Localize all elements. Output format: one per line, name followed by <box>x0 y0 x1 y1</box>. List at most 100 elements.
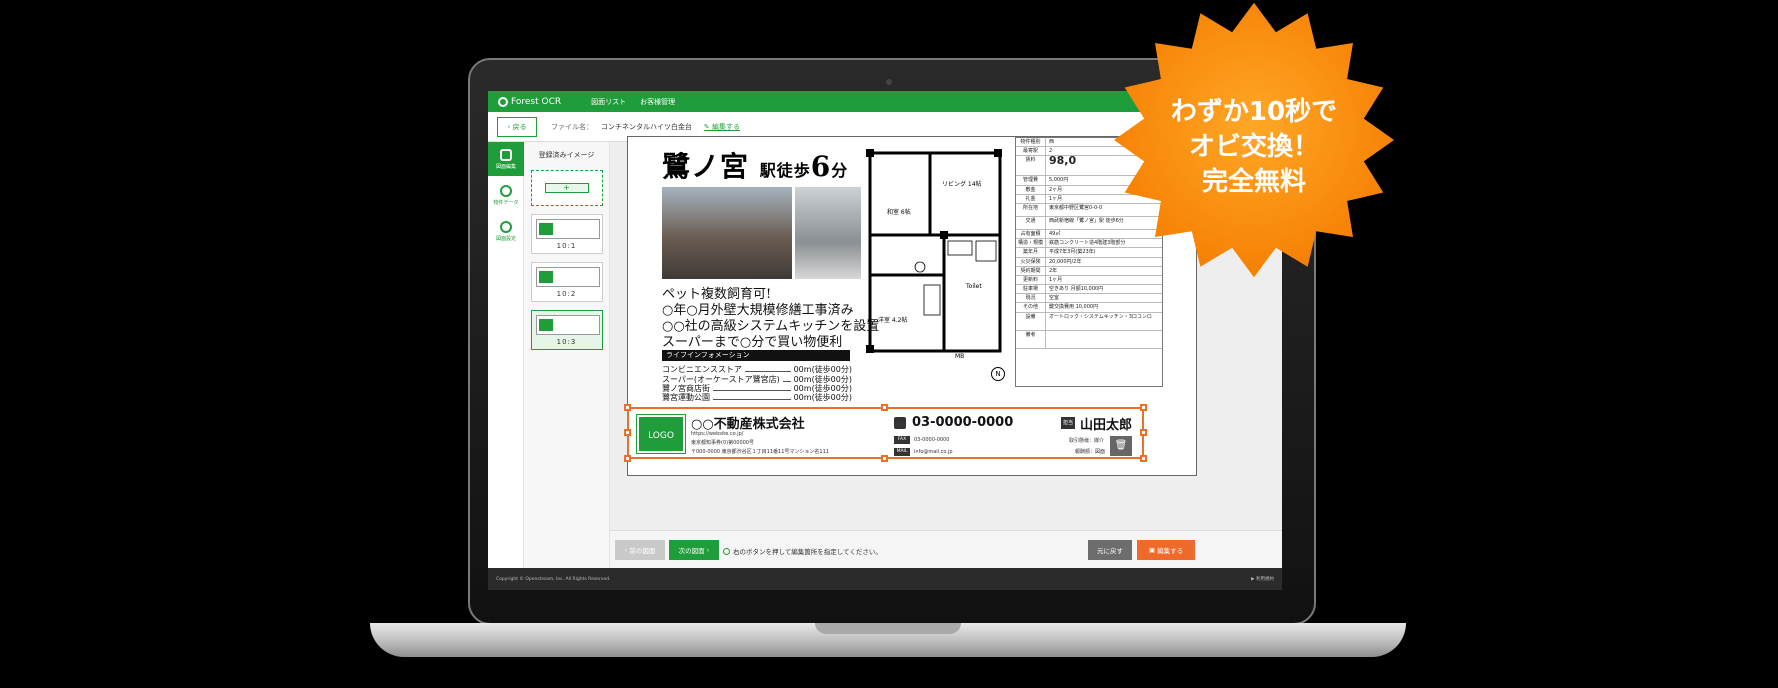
company-mail: info@mail.co.jp <box>914 449 953 455</box>
thumbnail-label: 10:3 <box>556 338 577 346</box>
nav-customer-management[interactable]: お客様管理 <box>640 97 675 107</box>
brand-logo[interactable]: Forest OCR <box>498 96 562 107</box>
spec-row: その他 鍵交換費用 10,000円 <box>1016 303 1162 313</box>
forest-logo-icon <box>498 96 508 107</box>
rail-item-drawing-edit[interactable]: 図面編集 <box>488 142 524 176</box>
thumbnail-label: 10:1 <box>556 242 577 250</box>
spec-row: 現況 空室 <box>1016 294 1162 304</box>
resize-handle[interactable] <box>1140 455 1147 462</box>
walk-minutes: 6 <box>810 150 832 183</box>
building-photo <box>662 187 792 279</box>
action-bar: ‹ 前の図面 次の図面 › 右のボタンを押して編集箇所を指定してください。 元に… <box>610 530 1282 568</box>
lifeline-title: ライフインフォメーション <box>662 350 850 361</box>
spec-key: 現況 <box>1016 294 1046 303</box>
spec-key: 敷金 <box>1016 185 1046 194</box>
brand-name: Forest OCR <box>511 96 562 107</box>
thumbnail-panel-title: 登録済みイメージ <box>538 151 595 159</box>
resize-handle[interactable] <box>624 404 631 411</box>
terms-label: 利用規約 <box>1256 577 1274 582</box>
company-license: 東京都知事券(0)第00000号 <box>691 440 754 446</box>
fax-tag: FAX <box>894 436 910 444</box>
station-name: 鷺ノ宮 <box>662 150 750 183</box>
spec-value: 平成7年3月(築23年) <box>1049 249 1096 256</box>
room-youshitsu: 洋室 4.2帖 <box>878 317 908 324</box>
pencil-icon: ✎ <box>703 122 712 131</box>
phone-icon <box>894 417 906 429</box>
info-icon <box>723 548 730 555</box>
spec-value: 1ヶ月 <box>1049 195 1063 202</box>
thumbnail-image <box>535 315 600 335</box>
edit-button[interactable]: ▣ 編集する <box>1137 540 1195 560</box>
spec-key: 駐車場 <box>1016 285 1046 294</box>
thumbnail-item[interactable]: 10:2 <box>530 262 603 302</box>
spec-key: 礼金 <box>1016 194 1046 203</box>
spec-key: 物件種別 <box>1016 138 1046 147</box>
spec-value: 東京都中野区鷺宮0-0-0 <box>1049 204 1103 211</box>
undo-button[interactable]: 元に戻す <box>1088 540 1132 560</box>
resize-handle[interactable] <box>1140 429 1147 436</box>
spec-value: 鍵交換費用 10,000円 <box>1049 304 1099 311</box>
room-washitsu: 和室 6帖 <box>887 209 911 216</box>
hint-text: 右のボタンを押して編集箇所を指定してください。 <box>733 548 882 556</box>
spec-value: 2ヶ月 <box>1049 186 1063 193</box>
flyer-headline: 鷺ノ宮 駅徒歩6分 <box>662 145 848 185</box>
spec-value: 空室 <box>1049 295 1060 302</box>
agent-fee-value: 図面 <box>1095 449 1106 455</box>
thumbnail-panel: 登録済みイメージ + 10:1 10:2 10:3 <box>524 142 610 568</box>
walk-label: 駅徒歩 <box>759 161 811 180</box>
company-band-selected[interactable]: LOGO ○○不動産株式会社 https://website.co.jp/ 東京… <box>624 404 1147 462</box>
entrance-photo <box>795 187 861 279</box>
rail-item-property-data[interactable]: 物件データ <box>488 178 524 212</box>
delete-selection-button[interactable]: 🗑 <box>1110 436 1132 456</box>
copyright-text: Copyright © Openstream, Inc. All Rights … <box>496 576 611 582</box>
spec-key: 賃料 <box>1016 156 1046 176</box>
rail-item-drawing-settings[interactable]: 図面設定 <box>488 214 524 248</box>
prev-drawing-button[interactable]: ‹ 前の図面 <box>615 540 665 560</box>
file-name: コンチネンタルハイツ白金台 <box>601 122 692 131</box>
webcam <box>886 79 892 85</box>
agent-name: 山田太郎 <box>1080 418 1133 433</box>
spec-value <box>1046 331 1049 348</box>
laptop-notch <box>815 623 961 634</box>
thumbnail-label: 10:2 <box>556 290 577 298</box>
spec-value: 20,000円/2年 <box>1049 258 1082 265</box>
next-drawing-button[interactable]: 次の図面 › <box>669 540 719 560</box>
spec-key: 最寄駅 <box>1016 147 1046 156</box>
spec-row: 駐車場 空きあり 月額10,000円 <box>1016 285 1162 295</box>
agent-role-value: 媒介 <box>1094 438 1105 444</box>
spec-key: 契約期間 <box>1016 266 1046 275</box>
plus-icon: + <box>544 183 589 193</box>
back-button[interactable]: ‹ 戻る <box>497 116 537 137</box>
spec-value: 空きあり 月額10,000円 <box>1049 286 1104 293</box>
promo-line: オビ交換！ <box>1188 132 1319 162</box>
company-name: ○○不動産株式会社 <box>691 417 805 432</box>
spec-key: その他 <box>1016 303 1046 312</box>
resize-handle[interactable] <box>1140 404 1147 411</box>
spec-value: 2年 <box>1049 267 1058 274</box>
spec-key: 所在地 <box>1016 203 1046 216</box>
chevron-right-icon: › <box>704 546 710 554</box>
edit-file-name-link[interactable]: ✎ 編集する <box>704 122 740 132</box>
spec-value: 5,000円 <box>1049 177 1069 184</box>
resize-handle[interactable] <box>881 404 888 411</box>
spec-key: 交通 <box>1016 216 1046 229</box>
thumbnail-item[interactable]: 10:1 <box>530 214 603 254</box>
promo-text: わずか10秒で オビ交換！ 完全無料 <box>1096 95 1412 200</box>
agent-role-label: 取引態様： <box>1069 438 1095 444</box>
resize-handle[interactable] <box>624 455 631 462</box>
feature-line: スーパーまで○分で買い物便利 <box>662 335 843 350</box>
file-name-label: ファイル名： <box>551 122 593 131</box>
resize-handle[interactable] <box>624 429 631 436</box>
spec-key: 構造・規模 <box>1016 239 1046 248</box>
minute-unit: 分 <box>831 161 849 180</box>
nav-drawing-list[interactable]: 図面リスト <box>591 97 626 107</box>
rail-label: 物件データ <box>493 199 519 206</box>
resize-handle[interactable] <box>881 455 888 462</box>
room-toilet: Toilet <box>966 283 982 290</box>
thumbnail-item-selected[interactable]: 10:3 <box>530 310 603 350</box>
agent-tag: 担当 <box>1061 417 1075 429</box>
add-image-button[interactable]: + <box>530 170 603 206</box>
next-label: 次の図面 <box>678 547 705 555</box>
terms-link[interactable]: ▶ 利用規約 <box>1251 576 1274 582</box>
company-logo: LOGO <box>636 414 686 454</box>
